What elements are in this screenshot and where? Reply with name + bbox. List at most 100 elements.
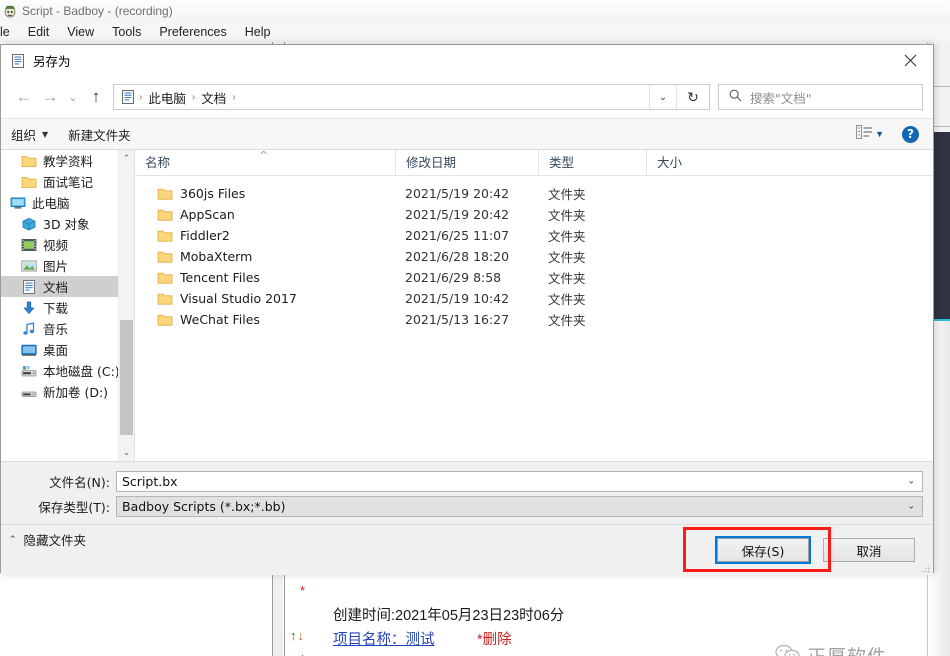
filename-row: 文件名(N): Script.bx ⌄ <box>1 470 935 492</box>
folder-icon <box>157 250 173 264</box>
local-disk-icon <box>21 363 37 379</box>
chevron-down-icon[interactable]: ⌄ <box>119 444 134 461</box>
table-row[interactable]: Tencent Files 2021/6/29 8:58 文件夹 <box>135 267 933 288</box>
table-row[interactable]: WeChat Files 2021/5/13 16:27 文件夹 <box>135 309 933 330</box>
column-header-date[interactable]: 修改日期 <box>395 150 538 175</box>
wechat-icon <box>775 644 801 656</box>
file-name-cell[interactable]: AppScan <box>135 207 395 222</box>
filetype-select[interactable]: Badboy Scripts (*.bx;*.bb) ⌄ <box>116 495 923 517</box>
chevron-up-icon[interactable]: ⌃ <box>119 150 134 167</box>
chevron-down-icon[interactable]: ⌄ <box>907 476 915 487</box>
list-view-icon[interactable] <box>856 125 873 143</box>
file-name-cell[interactable]: WeChat Files <box>135 312 395 327</box>
arrow-left-icon[interactable]: ← <box>11 82 37 112</box>
organize-button[interactable]: 组织 ▼ <box>1 119 58 149</box>
sidebar-item-videos[interactable]: 视频 <box>1 234 134 255</box>
file-date-cell: 2021/5/13 16:27 <box>405 312 510 327</box>
resize-grip-icon[interactable] <box>920 562 930 573</box>
hide-folders-toggle[interactable]: ⌃ 隐藏文件夹 <box>9 530 86 549</box>
asterisk-marker-2: * <box>300 652 305 656</box>
file-name-cell[interactable]: 360js Files <box>135 186 395 201</box>
scrollbar-thumb[interactable] <box>120 320 133 435</box>
sidebar-label: 图片 <box>43 259 69 274</box>
sidebar-item-pictures[interactable]: 图片 <box>1 255 134 276</box>
file-date-cell: 2021/6/29 8:58 <box>405 270 502 285</box>
column-header-type[interactable]: 类型 <box>538 150 646 175</box>
filename-input[interactable]: Script.bx ⌄ <box>116 470 923 492</box>
file-type-cell: 文件夹 <box>548 292 586 307</box>
dialog-titlebar: 另存为 <box>1 45 933 76</box>
file-name-cell[interactable]: Visual Studio 2017 <box>135 291 395 306</box>
file-type-cell: 文件夹 <box>548 313 586 328</box>
sidebar-item-new-volume-d[interactable]: 新加卷 (D:) <box>1 381 134 402</box>
sidebar-item-music[interactable]: 音乐 <box>1 318 134 339</box>
arrow-up-icon[interactable]: ↑ <box>83 82 109 112</box>
dialog-main: 教学资料 面试笔记 此电脑 3D 对象 视频 图片 文档 下载 音乐 桌面 本地… <box>1 150 933 461</box>
menu-help[interactable]: Help <box>236 22 280 42</box>
chevron-up-icon: ⌃ <box>9 534 17 545</box>
breadcrumb-documents[interactable]: 文档 <box>196 88 231 107</box>
file-date-cell: 2021/5/19 20:42 <box>405 186 510 201</box>
arrow-right-icon[interactable]: → <box>37 82 63 112</box>
sidebar-item-desktop[interactable]: 桌面 <box>1 339 134 360</box>
close-icon[interactable] <box>887 45 933 76</box>
cancel-button[interactable]: 取消 <box>823 538 915 562</box>
pictures-icon <box>21 258 37 274</box>
delete-link[interactable]: *删除 <box>477 628 512 649</box>
sidebar-item-documents[interactable]: 文档 <box>1 276 134 297</box>
drive-icon <box>21 384 37 400</box>
sidebar-item-downloads[interactable]: 下载 <box>1 297 134 318</box>
recent-locations-chevron-down-icon[interactable]: ⌄ <box>63 82 83 112</box>
sidebar-item-interview-notes[interactable]: 面试笔记 <box>1 171 134 192</box>
view-chevron-down-icon[interactable]: ▼ <box>875 129 884 139</box>
reorder-arrows[interactable]: ↑↓ <box>290 628 305 643</box>
dialog-footer: ⌃ 隐藏文件夹 保存(S) 取消 <box>1 524 933 575</box>
sidebar-label: 面试笔记 <box>43 175 94 190</box>
address-chevron-down-icon[interactable]: ⌄ <box>649 85 676 109</box>
arrow-down-icon[interactable]: ↓ <box>298 628 306 643</box>
save-button[interactable]: 保存(S) <box>715 536 811 564</box>
address-bar[interactable]: › 此电脑 › 文档 › ⌄ ↻ <box>113 84 710 110</box>
search-box[interactable]: 搜索"文档" <box>718 84 923 110</box>
file-name-cell[interactable]: Fiddler2 <box>135 228 395 243</box>
sidebar-item-this-pc[interactable]: 此电脑 <box>1 192 134 213</box>
sidebar-item-teaching-materials[interactable]: 教学资料 <box>1 150 134 171</box>
app-title: Script - Badboy - (recording) <box>22 3 173 18</box>
sidebar-label: 此电脑 <box>32 196 70 211</box>
table-row[interactable]: Fiddler2 2021/6/25 11:07 文件夹 <box>135 225 933 246</box>
table-row[interactable]: 360js Files 2021/5/19 20:42 文件夹 <box>135 183 933 204</box>
file-type-cell: 文件夹 <box>548 250 586 265</box>
file-name-label: Visual Studio 2017 <box>180 291 297 306</box>
menu-edit[interactable]: Edit <box>19 22 59 42</box>
help-icon[interactable]: ? <box>902 125 919 143</box>
column-header-name[interactable]: 名称 ^ <box>135 150 395 175</box>
menu-tools[interactable]: Tools <box>103 22 150 42</box>
refresh-icon[interactable]: ↻ <box>676 85 709 109</box>
table-row[interactable]: Visual Studio 2017 2021/5/19 10:42 文件夹 <box>135 288 933 309</box>
search-input[interactable]: 搜索"文档" <box>750 88 812 107</box>
navpane-scrollbar[interactable]: ⌃ ⌄ <box>118 150 134 461</box>
project-name-link[interactable]: 项目名称：测试 <box>333 628 435 649</box>
file-name-cell[interactable]: Tencent Files <box>135 270 395 285</box>
sort-ascending-icon: ^ <box>259 150 269 162</box>
table-row[interactable]: MobaXterm 2021/6/28 18:20 文件夹 <box>135 246 933 267</box>
table-row[interactable]: AppScan 2021/5/19 20:42 文件夹 <box>135 204 933 225</box>
chevron-down-icon[interactable]: ⌄ <box>907 501 915 512</box>
file-name-cell[interactable]: MobaXterm <box>135 249 395 264</box>
file-list-header: 名称 ^ 修改日期 类型 大小 <box>135 150 933 176</box>
documents-icon <box>120 89 136 105</box>
menu-preferences[interactable]: Preferences <box>150 22 235 42</box>
new-folder-button[interactable]: 新建文件夹 <box>58 119 141 149</box>
sidebar-label: 3D 对象 <box>43 217 90 232</box>
sidebar-label: 下载 <box>43 301 69 316</box>
filetype-label: 保存类型(T): <box>38 499 110 515</box>
sidebar-item-local-disk-c[interactable]: 本地磁盘 (C:) <box>1 360 134 381</box>
column-header-size[interactable]: 大小 <box>646 150 726 175</box>
breadcrumb-this-pc[interactable]: 此电脑 <box>143 88 191 107</box>
menu-file[interactable]: le <box>0 22 19 42</box>
arrow-up-icon[interactable]: ↑ <box>290 628 298 643</box>
menu-view[interactable]: View <box>58 22 103 42</box>
filename-value: Script.bx <box>122 473 178 489</box>
sidebar-item-3d-objects[interactable]: 3D 对象 <box>1 213 134 234</box>
app-menubar[interactable]: le Edit View Tools Preferences Help <box>0 21 950 43</box>
